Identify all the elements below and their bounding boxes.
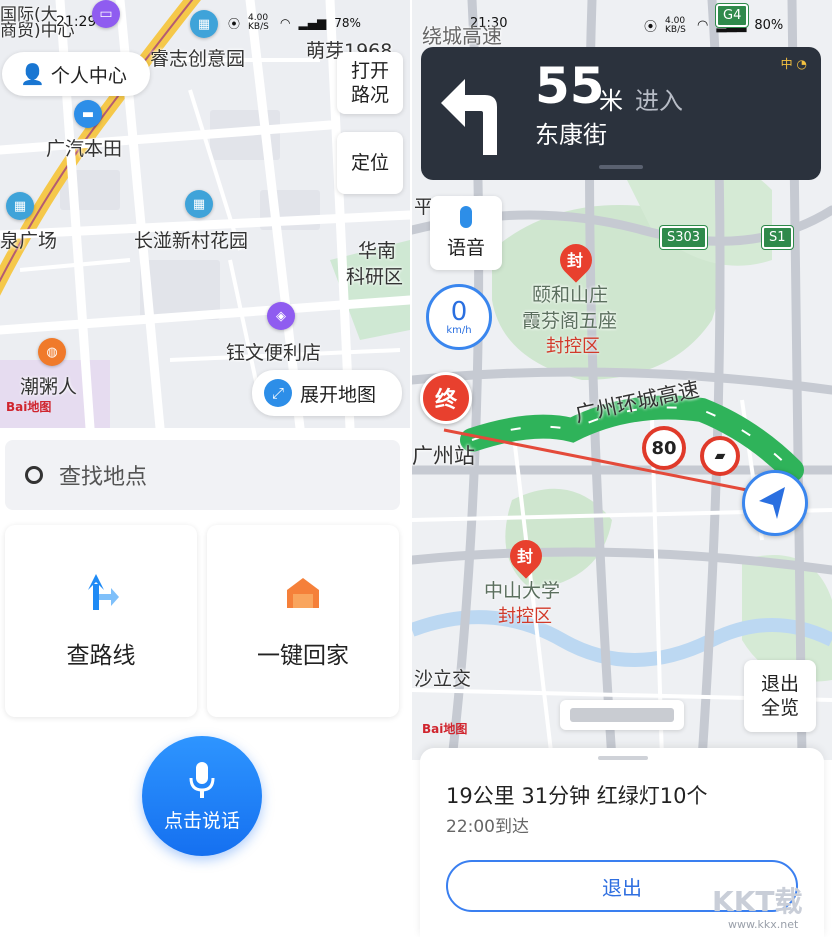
route-search-card[interactable]: 查路线: [5, 525, 197, 717]
expand-map-button[interactable]: ⤢ 展开地图: [252, 370, 402, 416]
turn-action: 进入: [635, 87, 683, 115]
navigation-map[interactable]: 21:30 ⦿ 4.00 KB/S ◠ ▂▄▆ 80% 绕城高速 平沙立交 55…: [412, 0, 832, 760]
map-label-research: 科研区: [346, 266, 404, 288]
baidu-map-logo: Bai地图: [422, 722, 468, 736]
navigation-arrow-icon: [759, 487, 785, 519]
personal-center-label: 个人中心: [50, 64, 127, 87]
building-poi-icon[interactable]: ▦: [6, 192, 34, 220]
expand-map-label: 展开地图: [300, 383, 377, 406]
site-watermark-url: www.kkx.net: [728, 918, 799, 931]
expand-icon: ⤢: [264, 379, 292, 407]
route-arrow-icon: [88, 574, 119, 610]
car-poi-icon[interactable]: ▬: [74, 100, 102, 128]
location-status-icon: ⦿: [644, 20, 658, 35]
search-placeholder: 查找地点: [59, 465, 148, 490]
exit-label: 退出: [602, 875, 642, 900]
locate-button[interactable]: 定位: [337, 132, 403, 194]
map-label-creative-park: 睿志创意园: [150, 48, 246, 70]
voice-talk-button[interactable]: 点击说话: [142, 736, 262, 856]
map-label-porridge: 潮粥人: [20, 376, 78, 398]
map-label-station: 广州站: [412, 444, 475, 468]
map-label-huanan: 华南: [358, 240, 397, 262]
turn-street-name: 东康街: [535, 121, 607, 149]
go-home-card[interactable]: 一键回家: [207, 525, 399, 717]
personal-center-button[interactable]: 👤 个人中心: [2, 52, 150, 96]
signal-icon: ▂▄▆: [298, 16, 327, 30]
turn-distance-unit: 米: [599, 87, 623, 115]
wifi-icon: ◠: [280, 16, 291, 30]
trip-summary: 19公里 31分钟 红绿灯10个: [446, 784, 708, 808]
speed-camera-icon: ▰: [700, 436, 740, 476]
speed-unit: km/h: [446, 324, 472, 336]
baidu-map-logo: Bai地图: [6, 400, 52, 414]
gps-signal-badge: 中 ◔: [781, 55, 807, 72]
current-speed: 0: [450, 296, 468, 327]
map-label-xiafen: 霞芬阁五座: [522, 310, 618, 332]
lockdown-marker-1-label: 封: [567, 251, 584, 270]
wifi-icon: ◠: [697, 18, 709, 33]
right-screen: 21:30 ⦿ 4.00 KB/S ◠ ▂▄▆ 80% 绕城高速 平沙立交 55…: [412, 0, 832, 937]
status-bar: ⦿ 4.00 KB/S ◠ ▂▄▆ 80%: [644, 16, 783, 35]
lockdown-area-label-1: 封控区: [546, 336, 600, 357]
speedometer: 0 km/h: [426, 284, 492, 350]
banner-drag-handle[interactable]: [599, 165, 643, 169]
turn-instruction-banner: 55 米 进入 东康街 中 ◔: [421, 47, 821, 180]
voice-label: 语音: [446, 237, 485, 259]
map-label-sysu: 中山大学: [484, 580, 561, 602]
map-label-yihe: 颐和山庄: [532, 284, 609, 306]
arrival-time: 22:00到达: [446, 817, 529, 837]
shopping-poi-icon[interactable]: ▭: [92, 0, 120, 28]
turn-left-arrow-icon: [441, 79, 497, 155]
location-status-icon: ⦿: [228, 16, 241, 31]
building-poi-icon[interactable]: ▦: [190, 10, 218, 38]
gps-signal-icon: ◔: [796, 57, 807, 71]
gps-badge-label: 中: [780, 57, 793, 71]
building-poi-icon[interactable]: ▦: [185, 190, 213, 218]
highway-shield-s1: S1: [762, 226, 793, 249]
turn-distance: 55: [535, 57, 605, 115]
go-home-label: 一键回家: [257, 643, 349, 669]
exit-overview-button[interactable]: 退出全览: [744, 660, 816, 732]
map-label-changban: 长湴新村花园: [134, 230, 249, 252]
store-poi-icon[interactable]: ◈: [267, 302, 295, 330]
current-location-arrow[interactable]: [742, 470, 808, 536]
battery-level: 80%: [754, 18, 784, 33]
speed-limit-value: 80: [651, 437, 677, 459]
map-label-honda: 广汽本田: [46, 138, 123, 160]
map-label-spring-plaza: 泉广场: [0, 230, 58, 252]
highway-shield-g4: G4: [716, 4, 749, 27]
lockdown-area-label-2: 封控区: [498, 606, 552, 627]
map-label-store: 钰文便利店: [226, 342, 322, 364]
traffic-toggle-button[interactable]: 打开路况: [337, 52, 403, 114]
user-icon: 👤: [20, 62, 45, 86]
voice-button[interactable]: 语音: [430, 196, 502, 270]
search-icon: [25, 466, 43, 484]
highway-shield-s303: S303: [660, 226, 708, 249]
map-label-top-expressway: 绕城高速: [422, 24, 502, 48]
home-icon: [287, 578, 319, 608]
battery-level: 78%: [334, 16, 361, 30]
network-speed: 4.00 KB/S: [665, 15, 686, 35]
status-bar: ⦿ 4.00 KB/S ◠ ▂▄▆ 78%: [228, 14, 361, 32]
destination-end-marker[interactable]: 终: [420, 372, 472, 424]
end-marker-label: 终: [434, 388, 457, 413]
lockdown-marker-2-label: 封: [517, 547, 534, 566]
food-poi-icon[interactable]: ◍: [38, 338, 66, 366]
blurred-text-block: [570, 708, 674, 722]
route-search-label: 查路线: [66, 643, 136, 669]
map-label-interchange: 沙立交: [414, 668, 472, 690]
search-input[interactable]: 查找地点: [5, 440, 400, 510]
road-name-blurred: [560, 700, 684, 730]
map-view[interactable]: 21:29 ⦿ 4.00 KB/S ◠ ▂▄▆ 78% ▭ ▦ ▬ ▦ ▦ ◈ …: [0, 0, 410, 428]
panel-drag-handle[interactable]: [598, 756, 648, 760]
map-label-trade: 商贸)中心: [0, 21, 75, 41]
voice-talk-label: 点击说话: [163, 809, 240, 832]
network-speed: 4.00 KB/S: [248, 13, 269, 32]
speed-limit-sign: 80: [642, 426, 686, 470]
microphone-icon: [189, 761, 215, 798]
microphone-icon: [460, 206, 472, 228]
left-screen: 21:29 ⦿ 4.00 KB/S ◠ ▂▄▆ 78% ▭ ▦ ▬ ▦ ▦ ◈ …: [0, 0, 410, 937]
site-watermark-logo: KKT载: [712, 885, 803, 918]
